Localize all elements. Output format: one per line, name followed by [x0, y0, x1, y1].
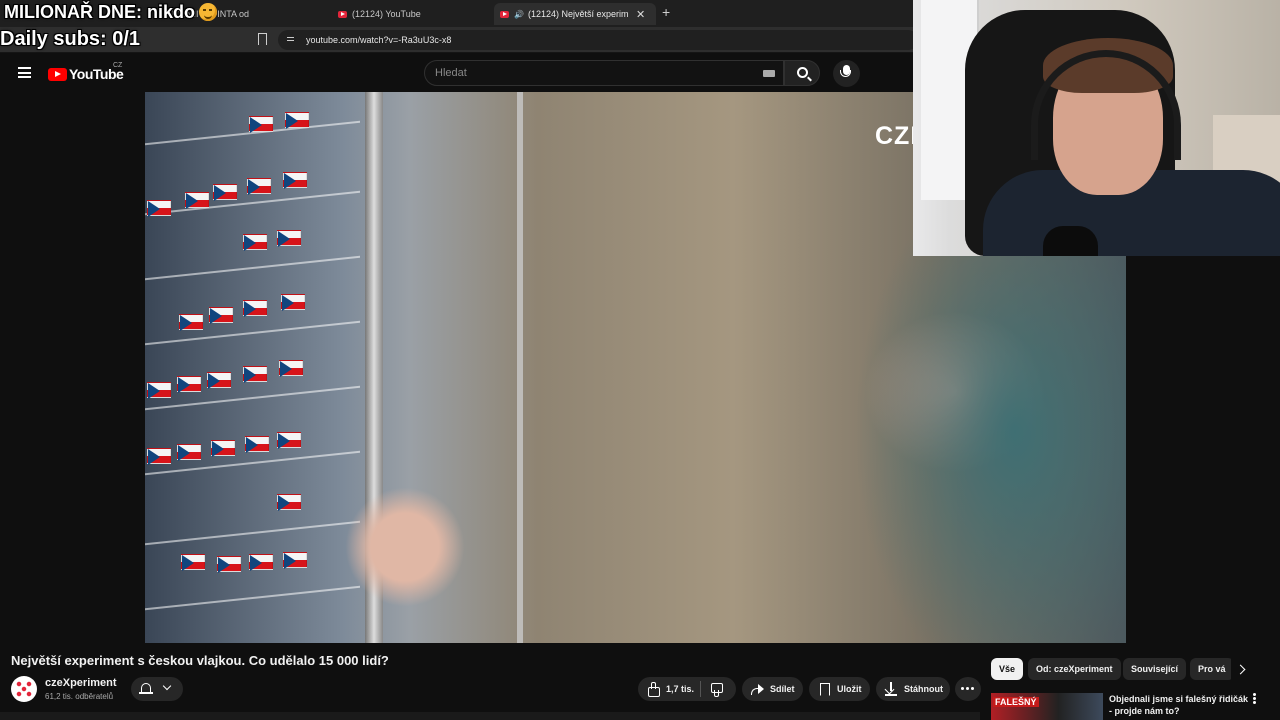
share-label: Sdílet [770, 684, 795, 694]
close-tab-icon[interactable]: ✕ [636, 8, 645, 21]
voice-search-button[interactable] [833, 60, 860, 87]
subscriber-count: 61,2 tis. odběratelů [45, 692, 114, 701]
keyboard-icon[interactable] [763, 70, 775, 77]
browser-tab-active[interactable]: 🔊 (12124) Největší experiment ✕ [494, 3, 656, 25]
tab-label: (12124) YouTube [352, 9, 421, 19]
search-box [424, 60, 784, 86]
stream-overlay-title: MILIONAŘ DNE: nikdo [4, 2, 217, 23]
czech-flag [209, 307, 233, 324]
share-button[interactable]: Sdílet [742, 677, 803, 701]
download-button[interactable]: Stáhnout [876, 677, 950, 701]
like-divider [700, 681, 702, 697]
board-divider [145, 585, 360, 611]
search-button[interactable] [784, 60, 820, 86]
thumb-up-icon[interactable] [646, 682, 660, 697]
channel-avatar[interactable] [11, 676, 37, 702]
like-count[interactable]: 1,7 tis. [666, 684, 694, 694]
czech-flag [177, 376, 201, 393]
tab-label: (12124) Největší experiment [527, 9, 628, 19]
chevron-right-icon[interactable] [1235, 664, 1246, 675]
recommended-video-title[interactable]: Objednali jsme si falešný řidičák - proj… [1109, 693, 1249, 717]
chip-all[interactable]: Vše [991, 658, 1024, 680]
more-vertical-icon[interactable] [1253, 697, 1256, 700]
czech-flag [243, 366, 267, 383]
czech-flag [179, 314, 203, 331]
video-title: Největší experiment s českou vlajkou. Co… [11, 653, 389, 668]
channel-name[interactable]: czeXperiment [45, 677, 117, 689]
czech-flag [283, 552, 307, 569]
chip-related[interactable]: Související [1123, 658, 1187, 680]
site-info-icon[interactable] [286, 35, 296, 45]
save-button[interactable]: Uložit [809, 677, 870, 701]
webcam-microphone [1043, 226, 1098, 256]
stream-overlay-daily-subs: Daily subs: 0/1 [0, 28, 141, 50]
youtube-favicon-icon [500, 10, 509, 18]
more-horizontal-icon [966, 687, 969, 690]
thumb-down-icon[interactable] [709, 682, 724, 697]
chip-for-you[interactable]: Pro vá [1190, 658, 1231, 680]
czech-flag [281, 294, 305, 311]
search-input[interactable] [425, 61, 745, 85]
czech-flag [249, 554, 273, 571]
bell-icon [139, 683, 153, 694]
czech-flag [277, 432, 301, 449]
czech-flag [249, 116, 273, 133]
czech-flag [277, 230, 301, 247]
board-divider [145, 255, 360, 281]
browser-tab-2[interactable]: (12124) YouTube [332, 3, 487, 25]
czech-flag [147, 200, 171, 217]
download-icon [884, 682, 898, 696]
url-omnibox[interactable]: youtube.com/watch?v=-Ra3uU3c-x8 [278, 30, 918, 50]
share-icon [750, 682, 764, 696]
notifications-button[interactable] [131, 677, 183, 701]
czech-flag [243, 234, 267, 251]
youtube-favicon-icon [338, 10, 347, 18]
bookmark-save-icon [817, 682, 831, 696]
board-divider [145, 520, 360, 546]
chevron-down-icon [162, 681, 172, 691]
more-actions-button[interactable] [955, 677, 981, 701]
board-divider [145, 320, 360, 346]
microphone-icon [840, 65, 851, 77]
description-box-edge [0, 712, 980, 720]
czech-flag [285, 112, 309, 129]
smiling-face-icon [199, 3, 217, 21]
video-hand [345, 487, 465, 607]
like-dislike-group: 1,7 tis. [638, 677, 736, 701]
new-tab-button[interactable]: + [662, 4, 670, 20]
czech-flag [213, 184, 237, 201]
region-code: CZ [113, 62, 123, 69]
recommended-video-thumbnail[interactable]: FALEŠNÝ [991, 693, 1103, 720]
hamburger-menu-icon[interactable] [18, 67, 31, 78]
czech-flag [147, 382, 171, 399]
czech-flag [217, 556, 241, 573]
save-label: Uložit [837, 684, 862, 694]
download-label: Stáhnout [904, 684, 943, 694]
czech-flag [211, 440, 235, 457]
czech-flag [147, 448, 171, 465]
recommendation-filter-chips: Vše Od: czeXperiment Související Pro vá [991, 658, 1231, 682]
speaker-icon: 🔊 [514, 9, 524, 19]
chip-from-channel[interactable]: Od: czeXperiment [1028, 658, 1121, 680]
screen: ...EJDOVII"... FINTA od (12124) YouTube … [0, 0, 1280, 720]
thumbnail-caption: FALEŠNÝ [993, 697, 1039, 707]
streamer-webcam [913, 0, 1280, 256]
czech-flag [243, 300, 267, 317]
czech-flag [247, 178, 271, 195]
czech-flag [279, 360, 303, 377]
czech-flag [283, 172, 307, 189]
czech-flag [181, 554, 205, 571]
czech-flag [185, 192, 209, 209]
czech-flag [207, 372, 231, 389]
overlay-title-text: MILIONAŘ DNE: nikdo [4, 2, 195, 22]
search-icon [797, 67, 808, 78]
czech-flag [177, 444, 201, 461]
url-text: youtube.com/watch?v=-Ra3uU3c-x8 [306, 35, 452, 45]
czech-flag [245, 436, 269, 453]
bookmark-icon[interactable] [258, 33, 267, 48]
czech-flag [277, 494, 301, 511]
youtube-play-icon [48, 67, 67, 81]
